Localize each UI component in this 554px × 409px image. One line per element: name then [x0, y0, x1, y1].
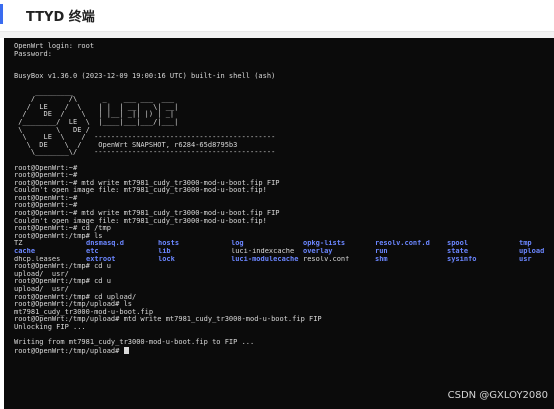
ls-directory-entry: etc: [86, 248, 99, 256]
ttyd-page: TTYD 终端 OpenWrt login: root Password: Busy…: [0, 0, 554, 409]
terminal-session: root@OpenWrt:~# root@OpenWrt:~# root@OpenW…: [14, 157, 554, 241]
ls-directory-entry: opkg-lists: [303, 240, 346, 248]
ls-output: TZ dnsmasq.d hosts log opkg-lists resolv.conf…: [14, 240, 554, 263]
terminal-prompt-line[interactable]: root@OpenWrt:/tmp/upload#: [14, 346, 554, 355]
watermark: CSDN @GXLOY2080: [447, 390, 548, 401]
header-accent-bar: [0, 4, 3, 24]
terminal-window[interactable]: OpenWrt login: root Password: BusyBox v1.3…: [4, 38, 554, 409]
page-title: TTYD 终端: [26, 10, 95, 25]
terminal-line: Couldn't open image file: mt7981_cudy_tr…: [14, 186, 267, 195]
ls-file-entry: luci-indexcache: [231, 248, 295, 256]
terminal-line: root@OpenWrt:/tmp# ls: [14, 231, 103, 240]
ls-file-entry: TZ: [14, 240, 23, 248]
terminal-intro: OpenWrt login: root Password: BusyBox v1.3…: [14, 42, 554, 89]
terminal-cursor: [123, 346, 129, 354]
ls-directory-entry: cache: [14, 248, 36, 256]
ls-directory-entry: overlay: [303, 248, 333, 256]
terminal-line: OpenWrt login: root: [14, 42, 95, 50]
ls-directory-entry: tmp: [519, 240, 532, 248]
ls-directory-entry: usr: [519, 255, 532, 263]
ls-directory-entry: lock: [158, 255, 175, 263]
ls-directory-entry: resolv.conf.d: [375, 240, 430, 248]
ls-directory-entry: run: [375, 248, 388, 256]
terminal-line: root@OpenWrt:~#: [14, 163, 78, 172]
ls-directory-entry: lib: [158, 248, 171, 256]
ls-directory-entry: state: [447, 248, 469, 256]
terminal-output[interactable]: OpenWrt login: root Password: BusyBox v1.3…: [14, 42, 554, 409]
ls-directory-entry: spool: [447, 240, 469, 248]
terminal-line: BusyBox v1.36.0 (2023-12-09 19:00:16 UTC…: [14, 72, 276, 81]
banner-line: /________/ LE \ |____|___|___/|___|: [14, 117, 179, 126]
terminal-line: root@OpenWrt:/tmp# cd u: [14, 262, 111, 271]
terminal-line: root@OpenWrt:/tmp# cd u: [14, 277, 111, 286]
ls-file-entry: resolv.conf: [303, 255, 350, 263]
ls-directory-entry: log: [231, 240, 244, 248]
terminal-prompt: root@OpenWrt:/tmp/upload#: [14, 346, 124, 355]
terminal-line: root@OpenWrt:/tmp/upload# mtd write mt79…: [14, 315, 322, 324]
banner-line: \________\/ ----------------------------…: [14, 148, 276, 157]
terminal-line: Unlocking FIP ...: [14, 322, 86, 331]
ls-directory-entry: luci-modulecache: [231, 255, 299, 263]
terminal-session-continued: root@OpenWrt:/tmp# cd u upload/ usr/root@…: [14, 263, 554, 347]
terminal-line: Password:: [14, 49, 52, 58]
ls-directory-entry: hosts: [158, 240, 180, 248]
terminal-line: root@OpenWrt:~#: [14, 193, 78, 202]
ls-directory-entry: dnsmasq.d: [86, 240, 124, 248]
page-header: TTYD 终端: [0, 0, 554, 32]
ls-directory-entry: sysinfo: [447, 255, 477, 263]
ls-directory-entry: shm: [375, 255, 388, 263]
ls-directory-entry: upload: [519, 248, 545, 256]
openwrt-banner: _________ / /\ _ ___ ___ ___ / LE / \ | …: [14, 88, 554, 157]
terminal-line: Writing from mt7981_cudy_tr3000-mod-u-bo…: [14, 338, 255, 347]
